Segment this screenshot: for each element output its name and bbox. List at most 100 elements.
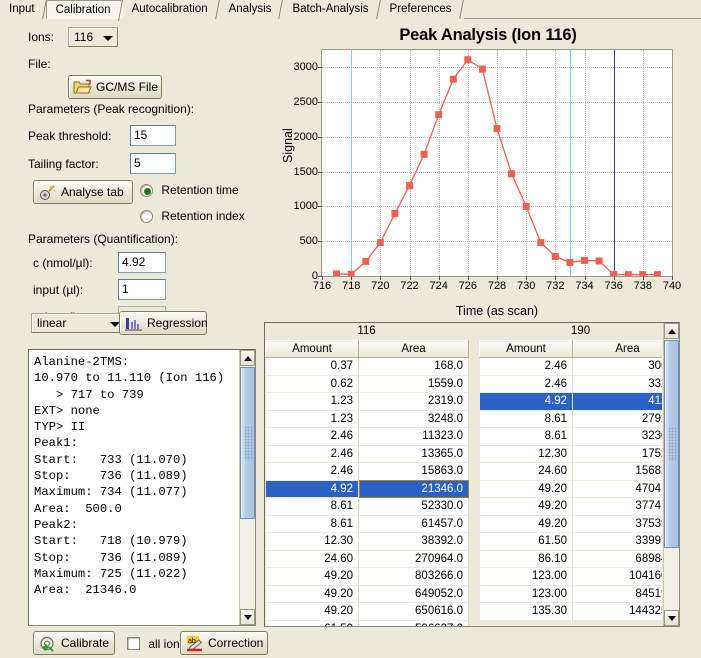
table-row[interactable]: 8.6152330.0 49.2037741.0 xyxy=(265,497,662,516)
scrollbar-thumb[interactable] xyxy=(664,340,679,548)
table-cell[interactable]: 4.92 xyxy=(265,480,359,498)
table-row[interactable]: 0.37168.0 2.46306.0 xyxy=(265,357,662,376)
table-row[interactable]: 1.232319.0 4.92412.0 xyxy=(265,392,662,411)
scroll-up-button[interactable] xyxy=(664,323,679,339)
table-cell[interactable]: 47041.0 xyxy=(572,480,662,498)
table-cell[interactable]: 0.37 xyxy=(265,357,359,376)
table-cell[interactable]: 2.46 xyxy=(479,375,573,393)
table-cell[interactable]: 3230.0 xyxy=(572,427,662,446)
table-cell[interactable]: 135.30 xyxy=(479,602,573,621)
table-cell[interactable] xyxy=(479,620,573,626)
tab-input[interactable]: Input xyxy=(0,0,47,19)
table-row[interactable]: 49.20650616.0 135.30144325.0 xyxy=(265,602,662,621)
radio-retention-index[interactable]: Retention index xyxy=(140,209,245,223)
table-cell[interactable]: 104160.0 xyxy=(572,567,662,586)
table-cell[interactable]: 52330.0 xyxy=(358,497,469,516)
table-cell[interactable] xyxy=(572,620,662,626)
scroll-down-button[interactable] xyxy=(240,609,255,625)
table-cell[interactable]: 37741.0 xyxy=(572,497,662,516)
scrollbar-thumb[interactable] xyxy=(240,367,255,519)
concentration-input[interactable]: 4.92 xyxy=(118,252,166,273)
tab-preferences[interactable]: Preferences xyxy=(380,0,464,19)
radio-retention-time[interactable]: Retention time xyxy=(140,183,239,197)
table-cell[interactable]: 49.20 xyxy=(479,480,573,498)
table-cell[interactable]: 144325.0 xyxy=(572,602,662,621)
table-cell[interactable]: 86.10 xyxy=(479,550,573,568)
table-cell[interactable]: 15682.0 xyxy=(572,462,662,481)
table-cell[interactable]: 84519.0 xyxy=(572,585,662,603)
table-cell[interactable]: 412.0 xyxy=(572,392,662,411)
table-cell[interactable]: 2319.0 xyxy=(358,392,469,411)
table-scrollbar[interactable] xyxy=(663,323,679,626)
table-column-header[interactable]: Area xyxy=(358,340,469,358)
table-cell[interactable]: 12.30 xyxy=(265,532,359,551)
table-cell[interactable]: 21346.0 xyxy=(358,480,469,498)
table-cell[interactable]: 596627.0 xyxy=(358,620,469,626)
table-row[interactable]: 12.3038392.0 61.5033997.0 xyxy=(265,532,662,551)
table-cell[interactable]: 649052.0 xyxy=(358,585,469,603)
table-cell[interactable]: 24.60 xyxy=(265,550,359,568)
table-cell[interactable]: 61.50 xyxy=(265,620,359,626)
table-row[interactable]: 49.20803266.0 123.00104160.0 xyxy=(265,567,662,586)
regression-button[interactable]: Regression xyxy=(119,311,208,335)
table-cell[interactable]: 1.23 xyxy=(265,410,359,428)
table-cell[interactable]: 61.50 xyxy=(479,532,573,551)
table-cell[interactable]: 123.00 xyxy=(479,567,573,586)
table-cell[interactable]: 123.00 xyxy=(479,585,573,603)
scroll-down-button[interactable] xyxy=(664,610,679,626)
table-cell[interactable]: 803266.0 xyxy=(358,567,469,586)
tab-analysis[interactable]: Analysis xyxy=(219,0,284,19)
table-cell[interactable]: 49.20 xyxy=(479,515,573,533)
table-row[interactable]: 0.621559.0 2.46332.0 xyxy=(265,375,662,393)
table-cell[interactable]: 33997.0 xyxy=(572,532,662,551)
table-row[interactable]: 61.50596627.0 xyxy=(265,620,662,626)
table-cell[interactable]: 8.61 xyxy=(265,497,359,516)
table-cell[interactable]: 49.20 xyxy=(265,602,359,621)
peak-threshold-input[interactable]: 15 xyxy=(130,125,176,146)
table-column-header[interactable]: Amount xyxy=(479,340,573,358)
table-cell[interactable]: 49.20 xyxy=(479,497,573,516)
tab-autocalibration[interactable]: Autocalibration xyxy=(122,0,220,19)
table-cell[interactable]: 306.0 xyxy=(572,357,662,376)
table-row[interactable]: 2.4615863.0 24.6015682.0 xyxy=(265,462,662,481)
table-cell[interactable]: 2.46 xyxy=(265,462,359,481)
table-cell[interactable]: 3248.0 xyxy=(358,410,469,428)
table-cell[interactable]: 13365.0 xyxy=(358,445,469,463)
fit-type-select[interactable]: linear xyxy=(31,313,125,333)
table-cell[interactable]: 11323.0 xyxy=(358,427,469,446)
table-cell[interactable]: 2.46 xyxy=(265,445,359,463)
table-cell[interactable]: 2.46 xyxy=(479,357,573,376)
table-cell[interactable]: 1559.0 xyxy=(358,375,469,393)
table-row[interactable]: 8.6161457.0 49.2037539.0 xyxy=(265,515,662,533)
ions-select[interactable]: 116 xyxy=(68,27,118,47)
table-cell[interactable]: 8.61 xyxy=(479,410,573,428)
log-scrollbar[interactable] xyxy=(239,350,255,625)
table-cell[interactable]: 68984.0 xyxy=(572,550,662,568)
scroll-up-button[interactable] xyxy=(240,350,255,366)
table-cell[interactable]: 38392.0 xyxy=(358,532,469,551)
table-row[interactable]: 24.60270964.0 86.1068984.0 xyxy=(265,550,662,568)
table-cell[interactable]: 270964.0 xyxy=(358,550,469,568)
table-row[interactable]: 1.233248.0 8.612792.0 xyxy=(265,410,662,428)
table-cell[interactable]: 650616.0 xyxy=(358,602,469,621)
table-cell[interactable]: 2.46 xyxy=(265,427,359,446)
table-cell[interactable]: 49.20 xyxy=(265,585,359,603)
table-cell[interactable]: 4.92 xyxy=(479,392,573,411)
table-column-header[interactable]: Area xyxy=(572,340,662,358)
table-cell[interactable]: 0.62 xyxy=(265,375,359,393)
table-cell[interactable]: 2792.0 xyxy=(572,410,662,428)
table-cell[interactable]: 168.0 xyxy=(358,357,469,376)
table-cell[interactable]: 61457.0 xyxy=(358,515,469,533)
correction-button[interactable]: ab Correction xyxy=(180,631,268,655)
table-cell[interactable]: 15863.0 xyxy=(358,462,469,481)
table-cell[interactable]: 37539.0 xyxy=(572,515,662,533)
table-cell[interactable]: 1.23 xyxy=(265,392,359,411)
table-row[interactable]: 2.4613365.0 12.301752.0 xyxy=(265,445,662,463)
analyse-tab-button[interactable]: Analyse tab xyxy=(33,180,133,204)
tab-batch-analysis[interactable]: Batch-Analysis xyxy=(283,0,381,19)
table-cell[interactable]: 8.61 xyxy=(265,515,359,533)
tailing-factor-input[interactable]: 5 xyxy=(130,153,176,174)
table-cell[interactable]: 12.30 xyxy=(479,445,573,463)
table-cell[interactable]: 24.60 xyxy=(479,462,573,481)
table-cell[interactable]: 8.61 xyxy=(479,427,573,446)
